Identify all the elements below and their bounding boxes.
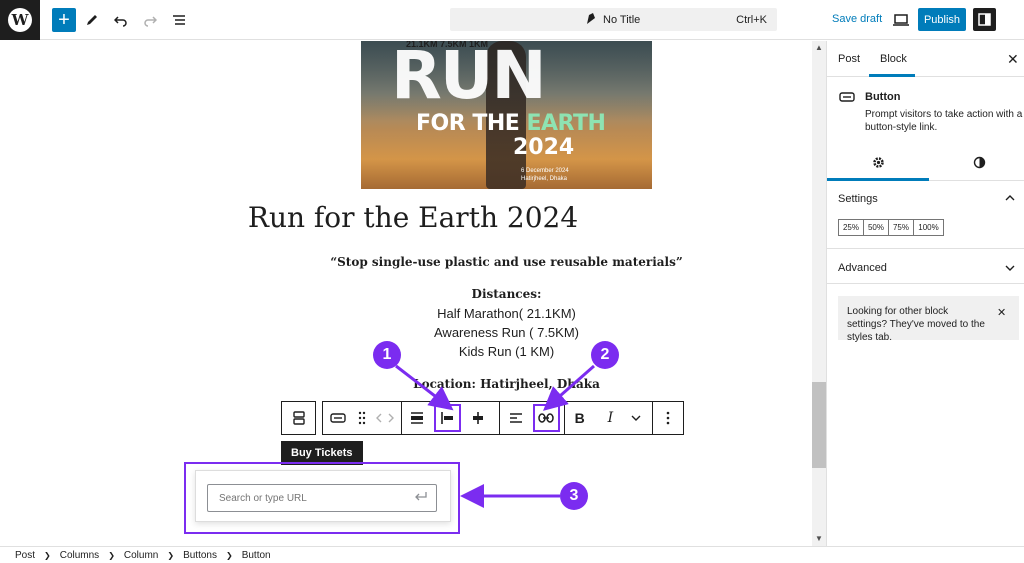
distance-item[interactable]: Awareness Run ( 7.5KM) xyxy=(0,325,826,340)
dismiss-notice-icon[interactable]: ✕ xyxy=(997,306,1006,319)
more-rich-text-chevron-down-icon[interactable] xyxy=(626,402,646,434)
block-toolbar: B I xyxy=(322,401,684,435)
document-title-bar[interactable]: No Title Ctrl+K xyxy=(450,8,777,31)
command-shortcut: Ctrl+K xyxy=(736,13,767,26)
block-description: Prompt visitors to take action with a bu… xyxy=(865,109,1023,133)
poster-date: 6 December 2024 Hatirjheel, Dhaka xyxy=(521,168,569,182)
url-search-input[interactable] xyxy=(207,484,437,512)
tools-pencil-icon[interactable] xyxy=(80,8,104,32)
wordpress-logo-icon[interactable]: W xyxy=(0,0,40,40)
align-center-icon[interactable] xyxy=(463,402,494,434)
scroll-down-arrow-icon[interactable]: ▼ xyxy=(812,532,826,546)
width-50-button[interactable]: 50% xyxy=(863,219,889,236)
settings-sidebar: Post Block ✕ Button Prompt visitors to t… xyxy=(826,41,1024,546)
settings-panel-heading[interactable]: Settings xyxy=(838,193,878,205)
breadcrumb-columns[interactable]: Columns xyxy=(60,550,99,561)
settings-gear-icon[interactable] xyxy=(872,156,885,174)
document-title: No Title xyxy=(603,13,641,26)
location-paragraph[interactable]: Location: Hatirjheel, Dhaka xyxy=(0,377,826,391)
select-parent-block-button[interactable] xyxy=(281,401,316,435)
chevron-up-icon[interactable] xyxy=(1005,193,1015,204)
button-block-icon[interactable] xyxy=(323,402,354,434)
tab-block[interactable]: Block xyxy=(880,53,907,65)
canvas-scrollbar-thumb[interactable] xyxy=(812,382,826,468)
editor-top-bar: W + No Title Ctrl+K Save draft Publish xyxy=(0,0,1024,40)
document-overview-icon[interactable] xyxy=(167,8,191,32)
add-block-button[interactable]: + xyxy=(52,8,76,32)
breadcrumb-chevron-icon: ❯ xyxy=(225,550,233,560)
button-text-tooltip[interactable]: Buy Tickets xyxy=(281,441,363,465)
distance-item[interactable]: Half Marathon( 21.1KM) xyxy=(0,306,826,321)
editor-canvas: 21.1KM 7.5KM 1KM RUN FOR THE EARTH 2024 … xyxy=(0,41,826,546)
link-popover xyxy=(195,470,451,522)
sidebar-tabs: Post Block ✕ xyxy=(827,41,1024,77)
poster-for-the-earth: FOR THE EARTH xyxy=(416,111,606,136)
breadcrumb-chevron-icon: ❯ xyxy=(44,550,51,560)
settings-sidebar-toggle-icon[interactable] xyxy=(973,8,996,31)
poster-year: 2024 xyxy=(513,135,575,160)
block-breadcrumb: Post ❯ Columns ❯ Column ❯ Buttons ❯ Butt… xyxy=(0,546,1024,563)
settings-styles-tabs xyxy=(827,145,1024,181)
annotation-badge-1: 1 xyxy=(373,341,401,369)
event-poster-image[interactable]: 21.1KM 7.5KM 1KM RUN FOR THE EARTH 2024 … xyxy=(361,41,652,189)
breadcrumb-button[interactable]: Button xyxy=(242,550,271,561)
canvas-scrollbar[interactable] xyxy=(812,41,826,546)
distance-item[interactable]: Kids Run (1 KM) xyxy=(0,344,826,359)
breadcrumb-chevron-icon: ❯ xyxy=(167,550,175,560)
drag-handle-icon[interactable] xyxy=(354,402,370,434)
text-align-icon[interactable] xyxy=(500,402,531,434)
breadcrumb-chevron-icon: ❯ xyxy=(108,550,115,560)
annotation-badge-2: 2 xyxy=(591,341,619,369)
page-icon xyxy=(587,13,595,24)
bold-button[interactable]: B xyxy=(564,402,595,434)
quote-paragraph[interactable]: “Stop single-use plastic and use reusabl… xyxy=(0,255,826,269)
button-block-icon xyxy=(839,92,855,102)
block-name: Button xyxy=(865,91,901,103)
post-heading[interactable]: Run for the Earth 2024 xyxy=(0,201,826,234)
poster-run-text: RUN xyxy=(391,41,547,114)
tab-post[interactable]: Post xyxy=(838,53,860,65)
align-left-icon[interactable] xyxy=(432,402,463,434)
styles-half-circle-icon[interactable] xyxy=(973,156,986,174)
save-draft-button[interactable]: Save draft xyxy=(832,13,882,25)
close-sidebar-icon[interactable]: ✕ xyxy=(1007,51,1019,68)
width-button-group: 25% 50% 75% 100% xyxy=(838,219,944,236)
annotation-badge-3: 3 xyxy=(560,482,588,510)
breadcrumb-buttons[interactable]: Buttons xyxy=(183,550,217,561)
scroll-up-arrow-icon[interactable]: ▲ xyxy=(812,41,826,55)
width-100-button[interactable]: 100% xyxy=(913,219,944,236)
publish-button[interactable]: Publish xyxy=(918,8,966,31)
width-75-button[interactable]: 75% xyxy=(888,219,914,236)
styles-moved-notice: Looking for other block settings? They'v… xyxy=(838,296,1019,343)
italic-button[interactable]: I xyxy=(595,402,626,434)
undo-icon[interactable] xyxy=(109,8,133,32)
options-more-vertical-icon[interactable] xyxy=(652,402,683,434)
distances-heading[interactable]: Distances: xyxy=(0,287,826,301)
buttons-parent-icon xyxy=(282,402,315,434)
width-25-button[interactable]: 25% xyxy=(838,219,864,236)
preview-icon[interactable] xyxy=(889,8,913,32)
breadcrumb-post[interactable]: Post xyxy=(15,550,35,561)
breadcrumb-column[interactable]: Column xyxy=(124,550,158,561)
redo-icon[interactable] xyxy=(138,8,162,32)
advanced-panel-heading[interactable]: Advanced xyxy=(838,262,887,274)
chevron-down-icon[interactable] xyxy=(1005,263,1015,274)
move-left-right-icon[interactable] xyxy=(370,402,401,434)
submit-link-enter-icon[interactable] xyxy=(414,491,427,505)
link-icon[interactable] xyxy=(531,402,562,434)
justify-icon[interactable] xyxy=(401,402,432,434)
